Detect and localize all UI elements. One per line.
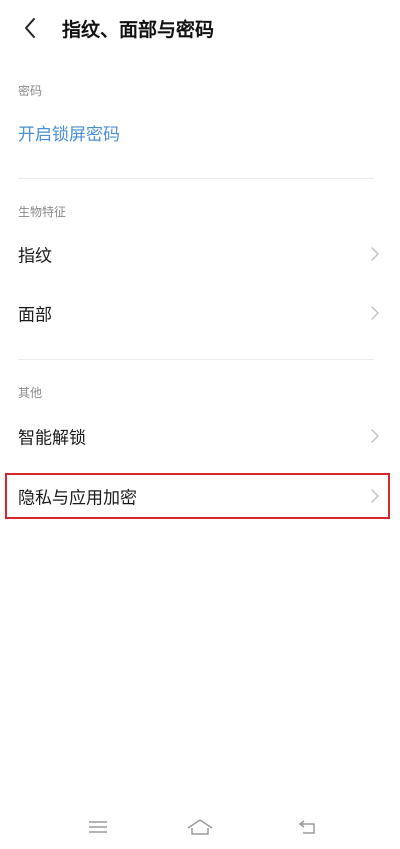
- system-nav-bar: [0, 805, 400, 849]
- chevron-right-icon: [371, 429, 379, 443]
- section-label-password: 密码: [18, 84, 43, 98]
- section-label-other: 其他: [18, 386, 43, 400]
- list-item-label: 隐私与应用加密: [18, 488, 137, 509]
- divider: [18, 178, 374, 179]
- list-item-privacy-app-encryption[interactable]: 隐私与应用加密: [0, 468, 400, 524]
- section-label-biometrics: 生物特征: [18, 205, 67, 219]
- chevron-left-icon: [25, 18, 35, 38]
- chevron-right-icon: [371, 247, 379, 261]
- chevron-right-icon: [371, 306, 379, 320]
- list-item-face[interactable]: 面部: [0, 285, 400, 341]
- home-button[interactable]: [186, 813, 214, 841]
- list-item-label: 智能解锁: [18, 428, 86, 449]
- menu-icon: [89, 821, 107, 833]
- page-title: 指纹、面部与密码: [62, 19, 215, 41]
- back-button[interactable]: [14, 12, 46, 44]
- divider: [18, 359, 374, 360]
- home-icon: [187, 819, 213, 835]
- enable-lock-screen-password-link[interactable]: 开启锁屏密码: [18, 120, 120, 145]
- list-item-label: 指纹: [18, 246, 52, 267]
- menu-button[interactable]: [84, 813, 112, 841]
- list-item-fingerprint[interactable]: 指纹: [0, 226, 400, 282]
- chevron-right-icon: [371, 489, 379, 503]
- back-nav-button[interactable]: [294, 813, 322, 841]
- list-item-label: 面部: [18, 305, 52, 326]
- back-icon: [299, 820, 315, 834]
- list-item-smart-unlock[interactable]: 智能解锁: [0, 408, 400, 464]
- header-bar: 指纹、面部与密码: [0, 0, 400, 56]
